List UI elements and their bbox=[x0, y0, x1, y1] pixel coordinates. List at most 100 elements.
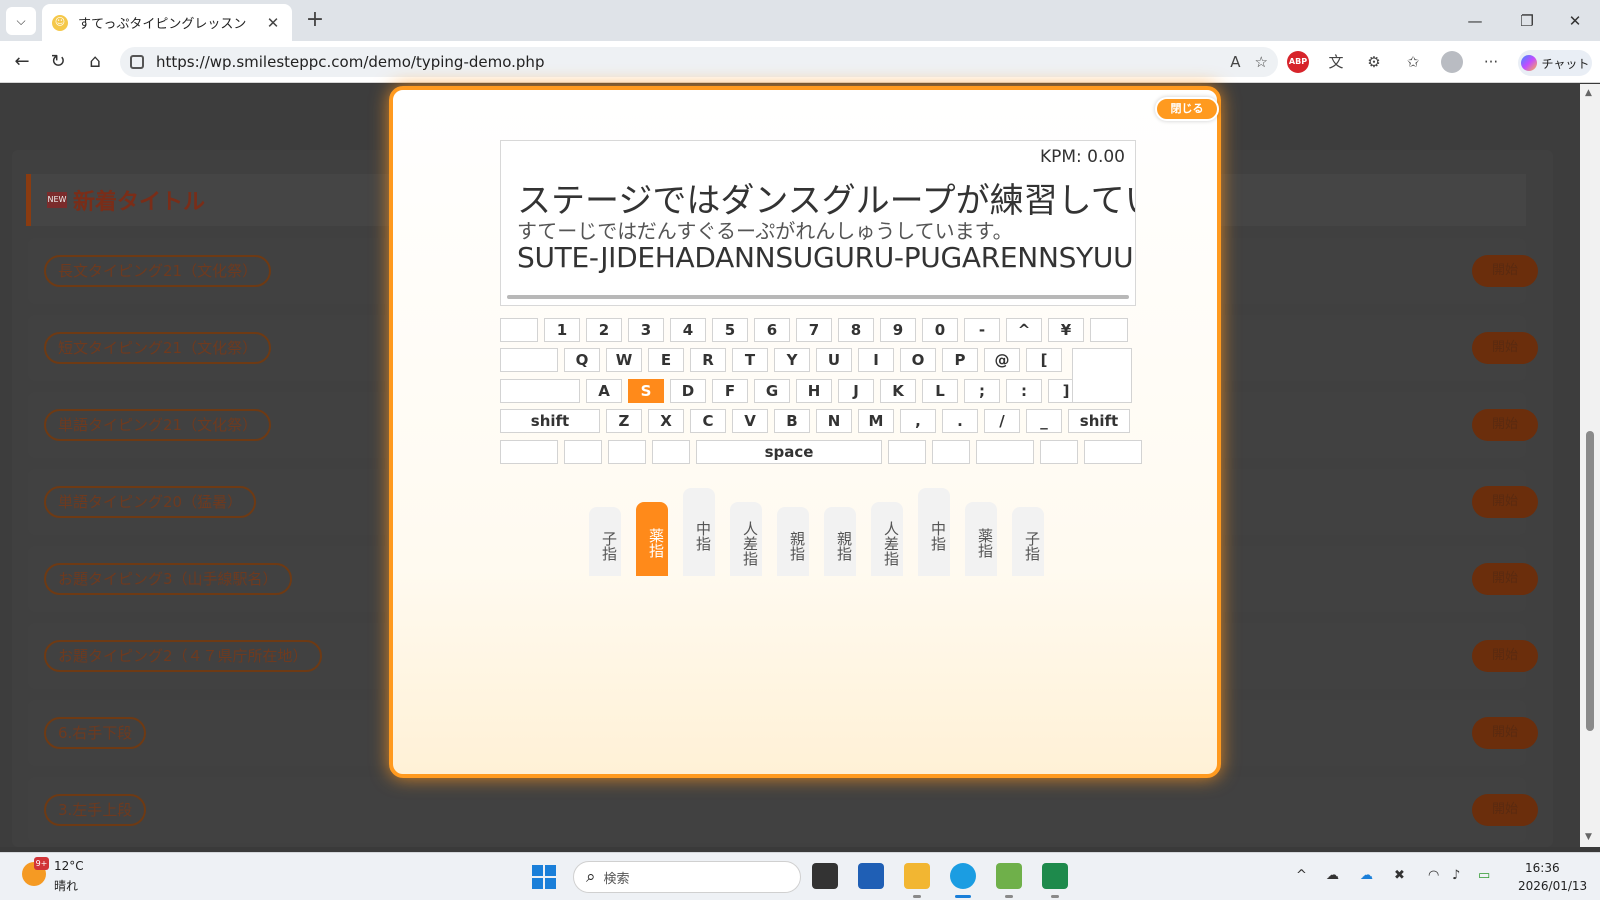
key-blank bbox=[500, 379, 580, 403]
key-P: P bbox=[942, 348, 978, 372]
key-enter bbox=[1072, 348, 1132, 403]
lesson-title[interactable]: 短文タイピング21（文化祭） bbox=[44, 332, 272, 364]
finger-9: 子指 bbox=[1012, 507, 1044, 576]
page-scrollbar[interactable]: ▲ ▼ bbox=[1580, 84, 1600, 847]
key-G: G bbox=[754, 379, 790, 403]
read-aloud-icon[interactable]: A bbox=[1230, 53, 1240, 71]
reload-button[interactable]: ↻ bbox=[44, 50, 72, 74]
key-F: F bbox=[712, 379, 748, 403]
start-button[interactable] bbox=[532, 865, 556, 889]
start-button[interactable]: 開始 bbox=[1472, 486, 1538, 518]
start-button[interactable]: 開始 bbox=[1472, 409, 1538, 441]
clock-time[interactable]: 16:36 bbox=[1525, 861, 1560, 875]
lesson-title[interactable]: 6.右手下段 bbox=[44, 717, 147, 749]
address-bar[interactable]: https://wp.smilesteppc.com/demo/typing-d… bbox=[120, 47, 1278, 77]
store-icon[interactable] bbox=[858, 863, 884, 889]
tab-list-button[interactable]: ⌵ bbox=[6, 7, 36, 35]
edge-browser-icon[interactable] bbox=[950, 863, 976, 889]
profile-avatar[interactable] bbox=[1441, 51, 1463, 73]
taskbar: 9+ 12°C 晴れ ⌕ 検索 ^ ☁ ☁ ✖ ◠ ♪ ▭ 16:36 2026… bbox=[0, 852, 1600, 900]
close-button[interactable]: 閉じる bbox=[1155, 97, 1219, 121]
start-button[interactable]: 開始 bbox=[1472, 255, 1538, 287]
key-@: @ bbox=[984, 348, 1020, 372]
show-hidden-icons-icon[interactable]: ^ bbox=[1296, 868, 1307, 883]
extensions-icon[interactable]: ⚙ bbox=[1363, 51, 1385, 73]
key-;: ; bbox=[964, 379, 1000, 403]
start-button[interactable]: 開始 bbox=[1472, 640, 1538, 672]
app-tray-icon[interactable]: ✖ bbox=[1394, 868, 1405, 883]
start-button[interactable]: 開始 bbox=[1472, 563, 1538, 595]
translate-icon[interactable]: 文 bbox=[1325, 51, 1347, 73]
key-_: _ bbox=[1026, 409, 1062, 433]
scroll-thumb[interactable] bbox=[1586, 431, 1594, 731]
scroll-down-icon[interactable]: ▼ bbox=[1585, 832, 1592, 842]
lesson-title[interactable]: 3.左手上段 bbox=[44, 794, 147, 826]
key-¥: ¥ bbox=[1048, 318, 1084, 342]
more-menu-icon[interactable]: ··· bbox=[1480, 51, 1502, 73]
key-5: 5 bbox=[712, 318, 748, 342]
restore-button[interactable]: ❐ bbox=[1504, 8, 1550, 34]
lesson-title[interactable]: 長文タイピング21（文化祭） bbox=[44, 255, 272, 287]
finger-4: 親指 bbox=[777, 507, 809, 576]
new-tab-button[interactable]: + bbox=[302, 8, 328, 34]
search-placeholder: 検索 bbox=[603, 871, 630, 887]
key-.: . bbox=[942, 409, 978, 433]
minimize-button[interactable]: — bbox=[1452, 8, 1498, 34]
favicon-icon: ☺ bbox=[52, 14, 68, 31]
onedrive-icon[interactable]: ☁ bbox=[1326, 868, 1339, 883]
tab-strip: ⌵ ☺ すてっぷタイピングレッスン ✕ + — ❐ ✕ bbox=[0, 0, 1600, 41]
weather-description[interactable]: 晴れ bbox=[54, 877, 78, 894]
onedrive-business-icon[interactable]: ☁ bbox=[1360, 868, 1373, 883]
key-3: 3 bbox=[628, 318, 664, 342]
address-toolbar: ← ↻ ⌂ https://wp.smilesteppc.com/demo/ty… bbox=[0, 41, 1600, 83]
search-icon: ⌕ bbox=[586, 867, 596, 887]
volume-icon[interactable]: ♪ bbox=[1452, 868, 1460, 883]
finger-3: 人差指 bbox=[730, 502, 762, 576]
excel-icon[interactable] bbox=[1042, 863, 1068, 889]
lesson-title[interactable]: お題タイピング2（４７県庁所在地） bbox=[44, 640, 322, 672]
tab-close-icon[interactable]: ✕ bbox=[264, 14, 282, 32]
back-button[interactable]: ← bbox=[8, 50, 36, 74]
start-button[interactable]: 開始 bbox=[1472, 717, 1538, 749]
copilot-chat-button[interactable]: チャット bbox=[1518, 50, 1592, 76]
finger-0: 子指 bbox=[589, 507, 621, 576]
key-X: X bbox=[648, 409, 684, 433]
lesson-title[interactable]: 単語タイピング20（猛暑） bbox=[44, 486, 257, 518]
start-button[interactable]: 開始 bbox=[1472, 332, 1538, 364]
lesson-title[interactable]: お題タイピング3（山手線駅名） bbox=[44, 563, 292, 595]
key-A: A bbox=[586, 379, 622, 403]
key-B: B bbox=[774, 409, 810, 433]
image-app-icon[interactable] bbox=[996, 863, 1022, 889]
wifi-icon[interactable]: ◠ bbox=[1428, 868, 1439, 883]
browser-tab-active[interactable]: ☺ すてっぷタイピングレッスン ✕ bbox=[42, 4, 292, 41]
file-explorer-icon[interactable] bbox=[904, 863, 930, 889]
section-title: 新着タイトル bbox=[73, 190, 206, 215]
task-view-icon[interactable] bbox=[812, 863, 838, 889]
key-8: 8 bbox=[838, 318, 874, 342]
favorites-icon[interactable]: ✩ bbox=[1402, 51, 1424, 73]
key-M: M bbox=[858, 409, 894, 433]
clock-date[interactable]: 2026/01/13 bbox=[1518, 879, 1587, 893]
start-button[interactable]: 開始 bbox=[1472, 794, 1538, 826]
adblock-icon[interactable]: ABP bbox=[1287, 51, 1309, 73]
finger-1: 薬指 bbox=[636, 502, 668, 576]
scroll-up-icon[interactable]: ▲ bbox=[1585, 88, 1592, 98]
key-blank bbox=[608, 440, 646, 464]
window-close-button[interactable]: ✕ bbox=[1552, 8, 1598, 34]
key-blank bbox=[500, 318, 538, 342]
lesson-title[interactable]: 単語タイピング21（文化祭） bbox=[44, 409, 272, 441]
taskbar-search[interactable]: ⌕ 検索 bbox=[573, 861, 801, 893]
key-blank bbox=[1084, 440, 1142, 464]
url-text[interactable]: https://wp.smilesteppc.com/demo/typing-d… bbox=[156, 53, 1216, 71]
key-:: : bbox=[1006, 379, 1042, 403]
lock-icon[interactable] bbox=[130, 55, 144, 69]
notification-badge: 9+ bbox=[34, 857, 49, 870]
key-N: N bbox=[816, 409, 852, 433]
key-T: T bbox=[732, 348, 768, 372]
favorite-star-icon[interactable]: ☆ bbox=[1255, 53, 1268, 71]
battery-icon[interactable]: ▭ bbox=[1478, 868, 1490, 883]
home-button[interactable]: ⌂ bbox=[81, 50, 109, 74]
weather-temperature[interactable]: 12°C bbox=[54, 859, 84, 873]
copilot-icon bbox=[1520, 55, 1537, 71]
finger-2: 中指 bbox=[683, 488, 715, 576]
